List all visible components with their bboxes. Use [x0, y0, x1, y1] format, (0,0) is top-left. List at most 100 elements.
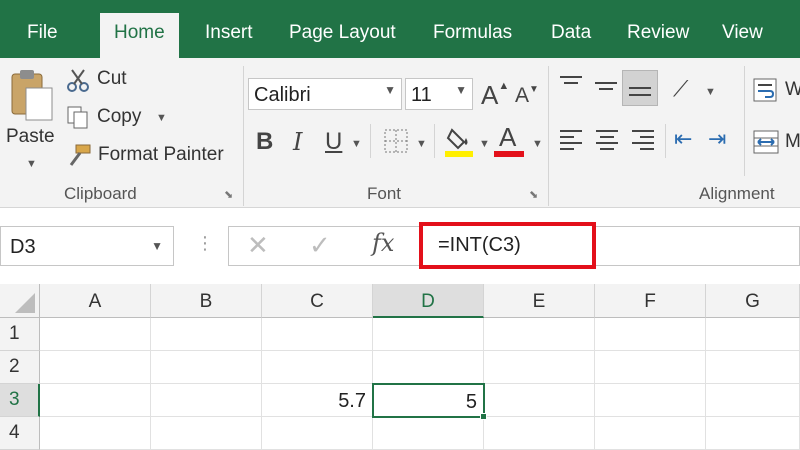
orientation-icon[interactable]: ⟋ [673, 76, 688, 102]
cell-e1[interactable] [484, 318, 595, 351]
wrap-text-label: W [785, 79, 800, 100]
column-header-e[interactable]: E [484, 284, 595, 318]
cell-g3[interactable] [706, 384, 800, 417]
insert-function-icon[interactable]: fx [372, 229, 394, 257]
select-all-button[interactable] [0, 284, 40, 318]
column-header-b[interactable]: B [151, 284, 262, 318]
format-painter-button[interactable]: Format Painter [66, 143, 236, 171]
cell-e3[interactable] [484, 384, 595, 417]
ribbon-tab-bar: File Home Insert Page Layout Formulas Da… [0, 0, 800, 58]
borders-dropdown-icon[interactable]: ▼ [416, 138, 427, 150]
font-color-button[interactable]: A [494, 122, 526, 158]
increase-indent-icon[interactable]: ⇥ [708, 126, 726, 152]
column-header-c[interactable]: C [262, 284, 373, 318]
confirm-entry-icon[interactable]: ✓ [309, 230, 331, 261]
paintbrush-icon [69, 144, 91, 166]
bottom-align-icon [629, 87, 651, 107]
row-header-4[interactable]: 4 [0, 417, 40, 450]
cell-d3[interactable]: 5 [372, 383, 485, 418]
cell-f1[interactable] [595, 318, 706, 351]
cell-b4[interactable] [151, 417, 262, 450]
cell-d4[interactable] [373, 417, 484, 450]
font-launcher-icon[interactable]: ⬊ [529, 188, 538, 201]
font-divider [370, 124, 371, 158]
cell-f3[interactable] [595, 384, 706, 417]
cell-b3[interactable] [151, 384, 262, 417]
cell-c3[interactable]: 5.7 [262, 384, 373, 417]
row-header-1[interactable]: 1 [0, 318, 40, 351]
tab-page-layout[interactable]: Page Layout [289, 22, 396, 44]
font-color-icon: A [499, 122, 517, 152]
column-header-d[interactable]: D [373, 284, 484, 318]
name-box[interactable]: D3 ▼ [0, 226, 174, 266]
name-box-dropdown-icon[interactable]: ▼ [151, 239, 163, 253]
tab-data[interactable]: Data [551, 22, 591, 44]
top-align-icon[interactable] [560, 76, 582, 96]
formula-bar-grip-icon[interactable]: ⋮ [196, 233, 214, 254]
font-size-select[interactable]: 11 ▼ [405, 78, 473, 110]
align-center-icon[interactable] [596, 130, 618, 150]
align-right-icon[interactable] [632, 130, 654, 150]
decrease-indent-icon[interactable]: ⇤ [674, 126, 692, 152]
fill-color-dropdown-icon[interactable]: ▼ [479, 138, 490, 150]
cell-c2[interactable] [262, 351, 373, 384]
underline-dropdown-icon[interactable]: ▼ [351, 138, 362, 150]
italic-button[interactable]: I [293, 128, 302, 156]
bold-button[interactable]: B [256, 128, 273, 156]
copy-dropdown-icon: ▼ [156, 112, 167, 124]
cell-g2[interactable] [706, 351, 800, 384]
cell-d2[interactable] [373, 351, 484, 384]
cell-c1[interactable] [262, 318, 373, 351]
column-header-g[interactable]: G [706, 284, 800, 318]
grow-font-button[interactable]: A▲ [481, 80, 509, 111]
formula-input[interactable]: =INT(C3) [438, 234, 521, 257]
tab-review[interactable]: Review [627, 22, 689, 44]
cut-button[interactable]: Cut [66, 67, 146, 95]
tab-file[interactable]: File [27, 22, 58, 44]
tab-insert[interactable]: Insert [205, 22, 253, 44]
cell-a1[interactable] [40, 318, 151, 351]
alignment-divider [744, 66, 745, 176]
cell-e4[interactable] [484, 417, 595, 450]
column-header-f[interactable]: F [595, 284, 706, 318]
cell-f2[interactable] [595, 351, 706, 384]
shrink-arrow-icon: ▼ [529, 84, 539, 95]
cut-label: Cut [97, 68, 127, 89]
cancel-entry-icon[interactable]: ✕ [247, 230, 269, 261]
merge-center-icon [753, 130, 779, 154]
copy-button[interactable]: Copy ▼ [66, 105, 176, 133]
font-color-dropdown-icon[interactable]: ▼ [532, 138, 543, 150]
cell-g4[interactable] [706, 417, 800, 450]
underline-button[interactable]: U [325, 128, 342, 156]
cell-c4[interactable] [262, 417, 373, 450]
cell-a3[interactable] [40, 384, 151, 417]
bottom-align-button[interactable] [622, 70, 658, 106]
paste-button[interactable]: Paste ▼ [4, 66, 58, 178]
shrink-font-button[interactable]: A▼ [515, 84, 539, 108]
orientation-dropdown-icon[interactable]: ▼ [705, 86, 716, 98]
borders-icon[interactable] [383, 128, 409, 154]
tab-home[interactable]: Home [100, 13, 179, 58]
merge-center-button[interactable]: M [752, 128, 800, 158]
cell-b2[interactable] [151, 351, 262, 384]
cell-d1[interactable] [373, 318, 484, 351]
cell-g1[interactable] [706, 318, 800, 351]
align-left-icon[interactable] [560, 130, 582, 150]
cell-b1[interactable] [151, 318, 262, 351]
fill-handle[interactable] [480, 413, 487, 420]
cell-a2[interactable] [40, 351, 151, 384]
middle-align-icon[interactable] [595, 82, 617, 102]
row-header-3[interactable]: 3 [0, 384, 40, 417]
copy-icon [67, 106, 88, 129]
column-header-a[interactable]: A [40, 284, 151, 318]
tab-view[interactable]: View [722, 22, 763, 44]
cell-e2[interactable] [484, 351, 595, 384]
tab-formulas[interactable]: Formulas [433, 22, 512, 44]
cell-f4[interactable] [595, 417, 706, 450]
fill-color-icon[interactable] [444, 124, 474, 158]
cell-a4[interactable] [40, 417, 151, 450]
row-header-2[interactable]: 2 [0, 351, 40, 384]
wrap-text-button[interactable]: W [752, 76, 800, 106]
font-name-select[interactable]: Calibri ▼ [248, 78, 402, 110]
clipboard-launcher-icon[interactable]: ⬊ [224, 188, 233, 201]
